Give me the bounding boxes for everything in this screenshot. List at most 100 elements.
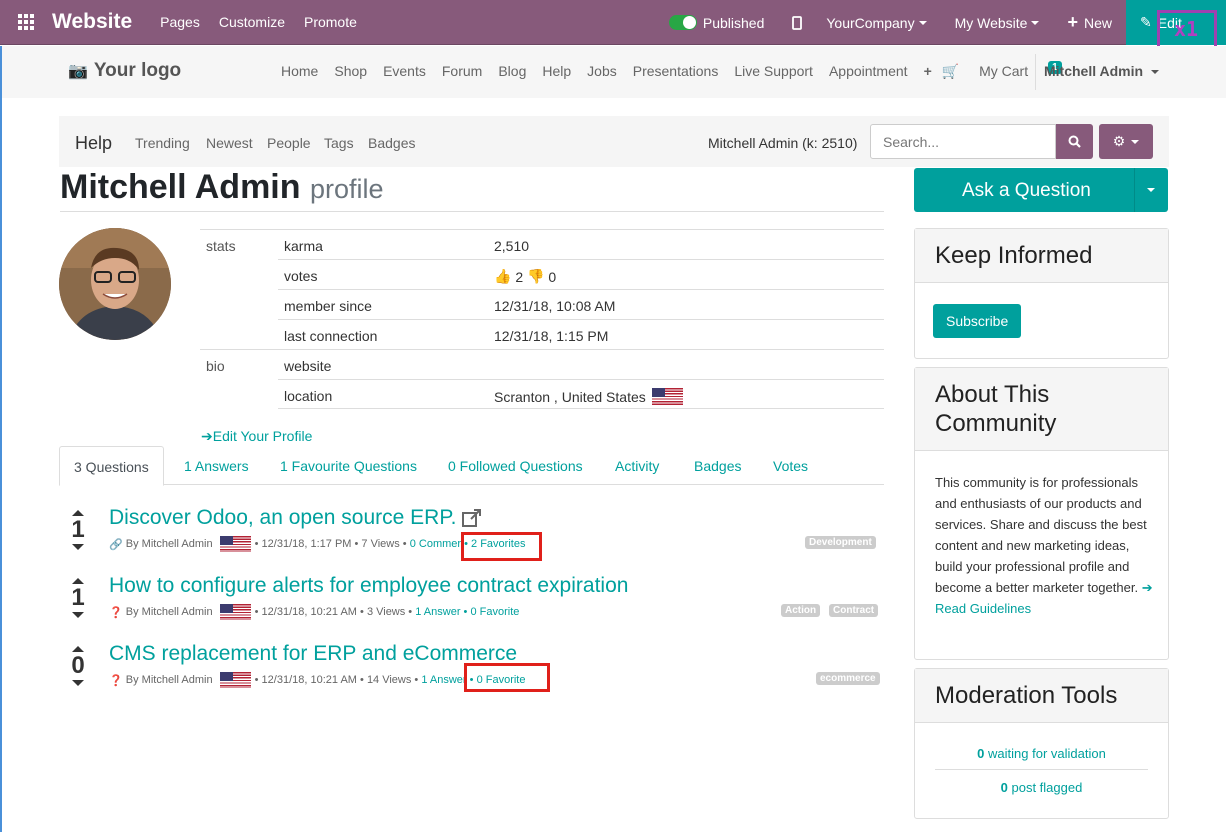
question-title[interactable]: CMS replacement for ERP and eCommerce: [109, 642, 517, 666]
us-flag-icon: [651, 388, 683, 405]
apps-menu-icon[interactable]: [0, 0, 52, 45]
answers-link[interactable]: 1 Answer: [421, 674, 466, 686]
question-meta: ❓ By Mitchell Admin • 12/31/18, 10:21 AM…: [109, 672, 526, 688]
nav-blog[interactable]: Blog: [498, 63, 526, 80]
nav-shop[interactable]: Shop: [334, 63, 367, 80]
forum-settings-button[interactable]: ⚙: [1099, 124, 1153, 159]
menu-promote[interactable]: Promote: [304, 14, 357, 30]
tab-activity[interactable]: Activity: [615, 458, 659, 474]
vote-count: 0: [71, 652, 85, 679]
forum-badges[interactable]: Badges: [368, 135, 415, 151]
tab-badges[interactable]: Badges: [694, 458, 741, 474]
chevron-down-icon: [1131, 139, 1140, 144]
vote-widget: 1: [71, 578, 85, 618]
toggle-icon: [668, 15, 697, 30]
nav-events[interactable]: Events: [383, 63, 426, 80]
search-icon: [1068, 135, 1081, 148]
forum-newest[interactable]: Newest: [206, 135, 253, 151]
favorites-link[interactable]: • 0 Favorite: [464, 606, 520, 618]
location-value: Scranton , United States: [494, 388, 683, 405]
vote-widget: 0: [71, 646, 85, 686]
nav-home[interactable]: Home: [281, 63, 318, 80]
location-label: location: [284, 388, 333, 404]
website-brand[interactable]: Website: [52, 10, 132, 34]
website-label: website: [284, 358, 332, 374]
comments-link[interactable]: 0 Commer: [410, 538, 461, 550]
forum-navbar: Help Trending Newest People Tags Badges …: [59, 116, 1169, 167]
question-icon: ❓: [109, 674, 123, 687]
nav-live-support[interactable]: Live Support: [734, 63, 813, 80]
thumbs-up-icon: 👍: [494, 268, 512, 284]
forum-trending[interactable]: Trending: [135, 135, 190, 151]
divider: [935, 769, 1148, 770]
card-title: Keep Informed: [915, 229, 1168, 283]
edit-profile-link[interactable]: ➔Edit Your Profile: [201, 428, 312, 445]
mobile-preview-icon[interactable]: [792, 15, 803, 30]
arrow-right-icon: ➔: [201, 428, 213, 444]
moderation-tools-card: Moderation Tools 0 waiting for validatio…: [914, 668, 1169, 819]
cart-icon: 🛒: [941, 63, 960, 79]
last-connection-value: 12/31/18, 1:15 PM: [494, 328, 609, 344]
nav-forum[interactable]: Forum: [442, 63, 482, 80]
vote-down-icon[interactable]: [72, 544, 84, 550]
user-menu[interactable]: Mitchell Admin: [1044, 63, 1160, 79]
arrow-right-icon: ➔: [1141, 580, 1153, 595]
member-since-label: member since: [284, 298, 372, 314]
menu-customize[interactable]: Customize: [219, 14, 285, 30]
member-since-value: 12/31/18, 10:08 AM: [494, 298, 616, 314]
thumbs-down-icon: 👎: [527, 268, 545, 284]
karma-value: 2,510: [494, 238, 530, 254]
search-button[interactable]: [1056, 124, 1093, 159]
page-title: Mitchell Admin profile: [60, 168, 384, 206]
forum-title[interactable]: Help: [75, 133, 112, 154]
site-logo[interactable]: 📷 Your logo: [68, 60, 181, 82]
waiting-validation-link[interactable]: 0 waiting for validation: [915, 746, 1168, 761]
company-dropdown[interactable]: YourCompany: [826, 15, 927, 31]
ask-question-button[interactable]: Ask a Question: [914, 168, 1168, 212]
new-button[interactable]: + New: [1067, 12, 1112, 33]
tab-followed-questions[interactable]: 0 Followed Questions: [448, 458, 583, 474]
search-input[interactable]: Search...: [870, 124, 1056, 159]
tag-badge[interactable]: ecommerce: [816, 672, 880, 685]
nav-presentations[interactable]: Presentations: [633, 63, 719, 80]
forum-people[interactable]: People: [267, 135, 311, 151]
question-meta: ❓ By Mitchell Admin • 12/31/18, 10:21 AM…: [109, 604, 520, 620]
profile-tabs: 3 Questions 1 Answers 1 Favourite Questi…: [59, 446, 884, 486]
forum-tags[interactable]: Tags: [324, 135, 354, 151]
divider: [1134, 168, 1135, 212]
answers-link[interactable]: 1 Answer: [415, 606, 460, 618]
external-link-icon: [462, 509, 482, 527]
menu-pages[interactable]: Pages: [160, 14, 200, 30]
tag-badge[interactable]: Development: [805, 536, 876, 549]
divider: [1035, 54, 1036, 90]
user-karma[interactable]: Mitchell Admin (k: 2510): [708, 135, 857, 151]
karma-label: karma: [284, 238, 323, 254]
nav-add-icon[interactable]: +: [924, 63, 932, 80]
question-title[interactable]: How to configure alerts for employee con…: [109, 574, 628, 598]
nav-jobs[interactable]: Jobs: [587, 63, 617, 80]
chevron-down-icon: [918, 20, 927, 25]
tab-votes[interactable]: Votes: [773, 458, 808, 474]
about-community-card: About This Community This community is f…: [914, 367, 1169, 660]
nav-appointment[interactable]: Appointment: [829, 63, 908, 80]
vote-down-icon[interactable]: [72, 612, 84, 618]
my-website-dropdown[interactable]: My Website: [955, 15, 1040, 31]
site-navbar: 📷 Your logo Home Shop Events Forum Blog H…: [0, 46, 1226, 98]
subscribe-button[interactable]: Subscribe: [933, 304, 1022, 338]
question-icon: ❓: [109, 606, 123, 619]
flagged-posts-link[interactable]: 0 post flagged: [915, 780, 1168, 795]
question-title[interactable]: Discover Odoo, an open source ERP.: [109, 506, 482, 530]
chevron-down-icon[interactable]: [1147, 188, 1155, 192]
tab-answers[interactable]: 1 Answers: [184, 458, 249, 474]
gear-icon: ⚙: [1112, 133, 1126, 149]
tab-questions[interactable]: 3 Questions: [59, 446, 164, 486]
published-toggle[interactable]: Published: [668, 15, 764, 31]
tab-favourite-questions[interactable]: 1 Favourite Questions: [280, 458, 417, 474]
votes-value: 👍 2 👎 0: [494, 268, 557, 285]
nav-help[interactable]: Help: [542, 63, 571, 80]
tag-badge[interactable]: Action: [781, 604, 821, 617]
window-border: [0, 46, 2, 832]
tag-badge[interactable]: Contract: [829, 604, 879, 617]
vote-down-icon[interactable]: [72, 680, 84, 686]
keep-informed-card: Keep Informed Subscribe: [914, 228, 1169, 359]
